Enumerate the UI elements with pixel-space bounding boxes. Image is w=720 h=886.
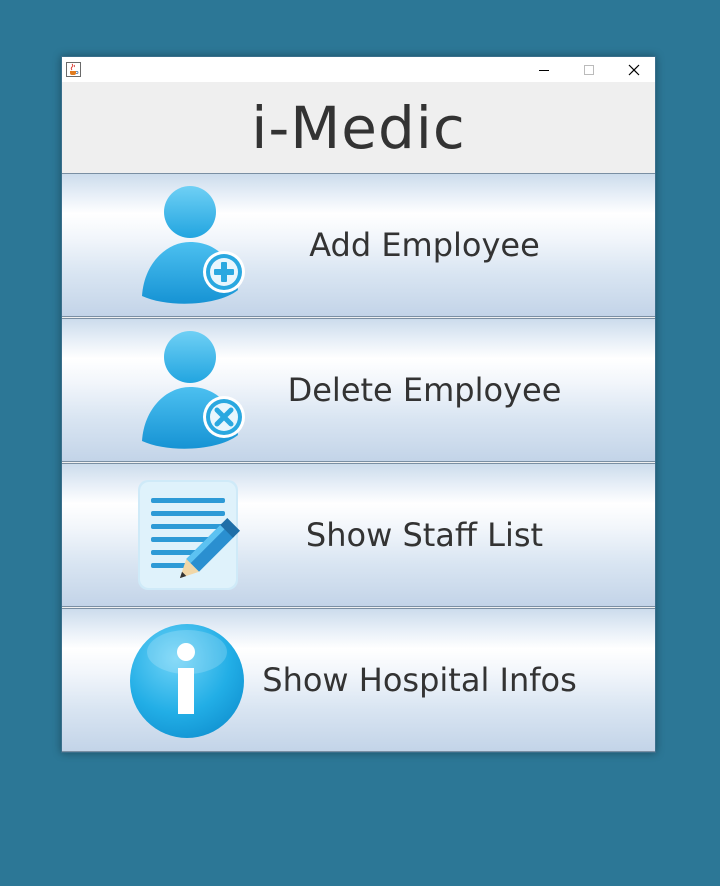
staff-list-icon [138,480,241,590]
minimize-button[interactable] [521,57,566,82]
show-staff-list-label: Show Staff List [305,516,544,554]
add-employee-label: Add Employee [309,226,540,264]
app-title: i-Medic [251,93,466,162]
info-icon [130,624,244,738]
maximize-button[interactable] [566,57,611,82]
java-coffee-icon [66,62,81,77]
maximize-icon [583,64,594,75]
remove-user-icon [142,331,245,449]
minimize-icon [538,69,549,71]
app-window: i-Medic Add Employee Delete Employee Sho… [61,56,656,753]
show-hospital-infos-button[interactable]: Show Hospital Infos [62,608,655,752]
show-hospital-infos-label: Show Hospital Infos [262,661,577,699]
delete-employee-button[interactable]: Delete Employee [62,318,655,462]
close-icon [628,64,639,75]
add-employee-button[interactable]: Add Employee [62,173,655,317]
delete-employee-label: Delete Employee [287,371,562,409]
close-button[interactable] [611,57,655,82]
add-user-icon [142,186,245,304]
title-bar[interactable] [62,57,655,82]
app-header: i-Medic [62,82,655,173]
show-staff-list-button[interactable]: Show Staff List [62,463,655,607]
